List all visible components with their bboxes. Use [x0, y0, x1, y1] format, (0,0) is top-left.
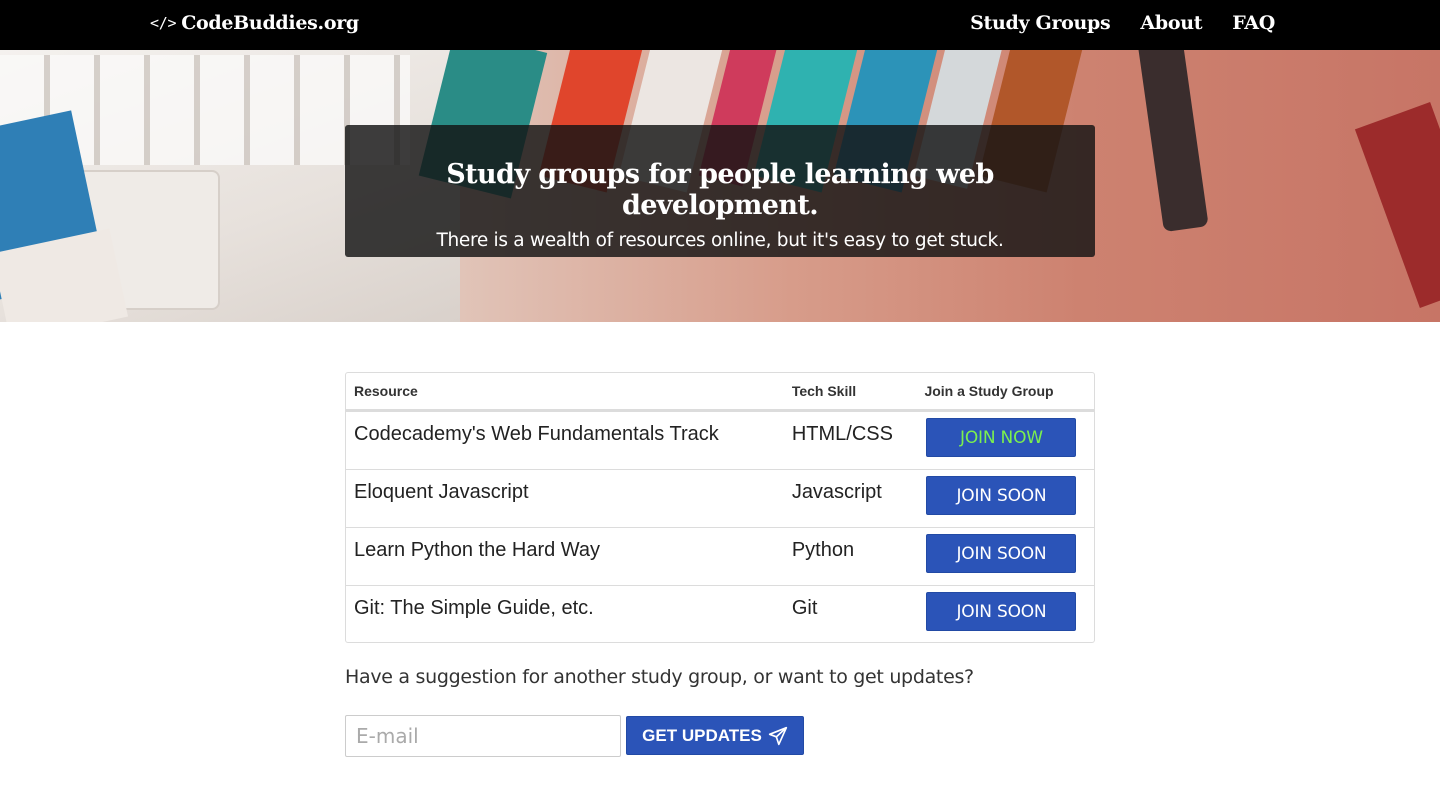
join-soon-button[interactable]: JOIN SOON [926, 476, 1077, 515]
skill-cell: HTML/CSS [791, 423, 893, 445]
header-resource: Resource [354, 383, 418, 399]
skill-cell: Git [791, 597, 818, 619]
table-header: Resource Tech Skill Join a Study Group [346, 373, 1094, 411]
get-updates-label: GET UPDATES [642, 725, 762, 745]
header-join: Join a Study Group [924, 383, 1054, 399]
skill-cell: Python [791, 539, 855, 561]
email-input[interactable] [345, 715, 621, 757]
resource-cell: Git: The Simple Guide, etc. [354, 597, 594, 619]
nav-about[interactable]: About [1140, 12, 1202, 34]
get-updates-button[interactable]: GET UPDATES [626, 716, 804, 755]
table-row: Git: The Simple Guide, etc. Git JOIN SOO… [346, 585, 1094, 642]
nav-links: Study Groups About FAQ [970, 12, 1275, 34]
table-row: Learn Python the Hard Way Python JOIN SO… [346, 527, 1094, 585]
resource-cell: Codecademy's Web Fundamentals Track [354, 423, 719, 445]
hero-caption: Study groups for people learning web dev… [345, 125, 1095, 257]
hero-title: Study groups for people learning web dev… [446, 159, 994, 221]
suggestion-prompt: Have a suggestion for another study grou… [345, 666, 974, 688]
skill-cell: Javascript [791, 481, 882, 503]
navbar: </> CodeBuddies.org Study Groups About F… [0, 0, 1440, 50]
pen-image [1136, 50, 1209, 233]
paper-plane-icon [768, 726, 787, 745]
resource-cell: Eloquent Javascript [354, 481, 529, 503]
table-row: Codecademy's Web Fundamentals Track HTML… [346, 411, 1094, 469]
nav-faq[interactable]: FAQ [1232, 12, 1275, 34]
hero-banner: Study groups for people learning web dev… [0, 50, 1440, 322]
join-now-button[interactable]: JOIN NOW [926, 418, 1077, 457]
study-group-table: Resource Tech Skill Join a Study Group C… [345, 372, 1095, 643]
nav-study-groups[interactable]: Study Groups [970, 12, 1111, 34]
header-tech-skill: Tech Skill [791, 383, 857, 399]
resource-cell: Learn Python the Hard Way [354, 539, 601, 561]
table-row: Eloquent Javascript Javascript JOIN SOON [346, 469, 1094, 527]
brand-name: CodeBuddies.org [181, 12, 359, 34]
mug-image [1354, 102, 1440, 308]
hero-subtitle: There is a wealth of resources online, b… [436, 230, 1004, 251]
join-soon-button[interactable]: JOIN SOON [926, 534, 1077, 573]
join-soon-button[interactable]: JOIN SOON [926, 592, 1077, 631]
brand-link[interactable]: </> CodeBuddies.org [150, 12, 359, 34]
code-icon: </> [150, 14, 177, 32]
